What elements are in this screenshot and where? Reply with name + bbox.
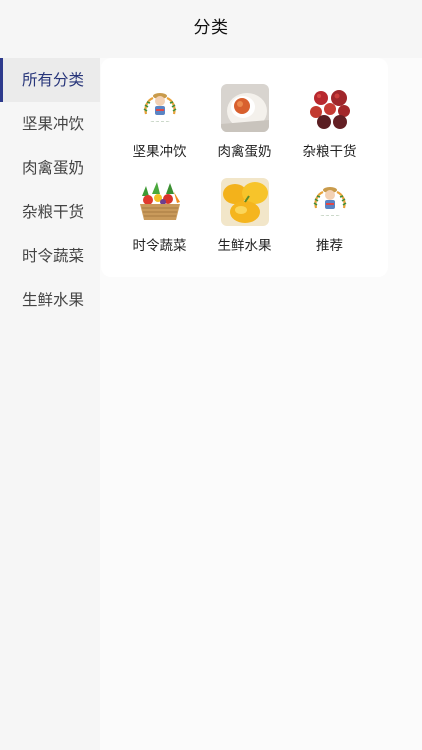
category-nuts-drinks[interactable]: ··· ··· ··· ··· 坚果冲饮 <box>117 84 202 160</box>
sidebar-item-fresh-fruit[interactable]: 生鲜水果 <box>0 278 100 322</box>
category-label: 时令蔬菜 <box>132 238 187 254</box>
category-grid: ··· ··· ··· ··· 坚果冲饮 肉禽蛋奶 杂粮干货 时令蔬菜 生鲜水果… <box>117 84 372 254</box>
sidebar-item-seasonal-vegetables[interactable]: 时令蔬菜 <box>0 234 100 278</box>
main-content: ··· ··· ··· ··· 坚果冲饮 肉禽蛋奶 杂粮干货 时令蔬菜 生鲜水果… <box>100 58 422 750</box>
svg-text:··· ··· ··· ···: ··· ··· ··· ··· <box>150 119 169 124</box>
category-label: 坚果冲饮 <box>132 144 187 160</box>
category-label: 生鲜水果 <box>217 238 272 254</box>
farm-logo-icon: ··· ··· ··· ··· <box>135 84 184 132</box>
sidebar-item-nuts-drinks[interactable]: 坚果冲饮 <box>0 102 100 146</box>
category-sidebar: 所有分类 坚果冲饮 肉禽蛋奶 杂粮干货 时令蔬菜 生鲜水果 <box>0 58 100 750</box>
sidebar-item-label: 肉禽蛋奶 <box>22 159 85 177</box>
category-label: 杂粮干货 <box>302 144 357 160</box>
category-card: ··· ··· ··· ··· 坚果冲饮 肉禽蛋奶 杂粮干货 时令蔬菜 生鲜水果… <box>101 58 388 277</box>
category-fresh-fruit[interactable]: 生鲜水果 <box>202 178 287 254</box>
sidebar-item-label: 杂粮干货 <box>22 203 85 221</box>
page-title: 分类 <box>193 17 229 38</box>
sidebar-item-grains-dry-goods[interactable]: 杂粮干货 <box>0 190 100 234</box>
category-meat-eggs-dairy[interactable]: 肉禽蛋奶 <box>202 84 287 160</box>
sidebar-item-label: 生鲜水果 <box>22 291 85 309</box>
category-grains-dry-goods[interactable]: 杂粮干货 <box>287 84 372 160</box>
sidebar-item-meat-eggs-dairy[interactable]: 肉禽蛋奶 <box>0 146 100 190</box>
page-header: 分类 <box>0 0 422 50</box>
sidebar-item-all[interactable]: 所有分类 <box>0 58 100 102</box>
salted-egg-image <box>220 84 269 132</box>
vegetable-basket-image <box>135 178 184 226</box>
sidebar-item-label: 时令蔬菜 <box>22 247 85 265</box>
farm-logo-icon: ··· ··· ··· ··· <box>305 178 354 226</box>
category-recommended[interactable]: ··· ··· ··· ··· 推荐 <box>287 178 372 254</box>
svg-text:··· ··· ··· ···: ··· ··· ··· ··· <box>320 213 339 218</box>
app-root: 分类 所有分类 坚果冲饮 肉禽蛋奶 杂粮干货 时令蔬菜 生鲜水果 ··· ···… <box>0 0 422 750</box>
category-label: 推荐 <box>316 238 343 254</box>
mango-image <box>220 178 269 226</box>
red-dates-image <box>305 84 354 132</box>
category-seasonal-vegetables[interactable]: 时令蔬菜 <box>117 178 202 254</box>
sidebar-item-label: 坚果冲饮 <box>22 115 85 133</box>
category-label: 肉禽蛋奶 <box>217 144 272 160</box>
sidebar-item-label: 所有分类 <box>22 71 85 89</box>
